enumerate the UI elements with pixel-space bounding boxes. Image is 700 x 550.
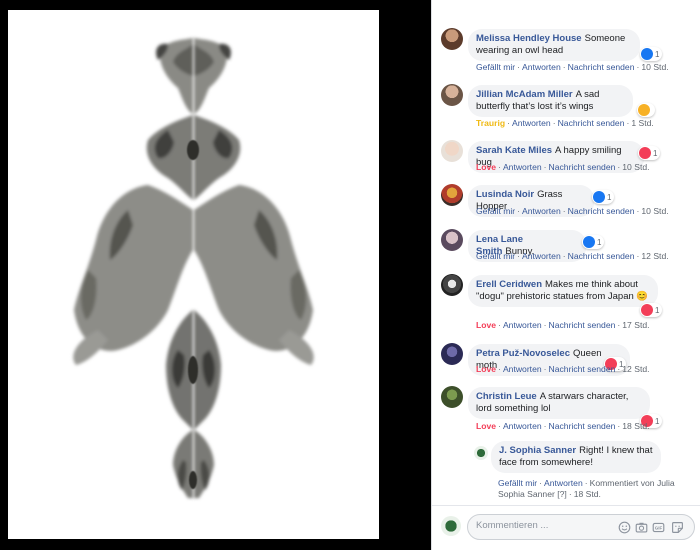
comment-actions: Love · Antworten · Nachricht senden · 18 Std. [476,421,650,431]
reply-link[interactable]: Antworten [503,320,542,330]
reply-link[interactable]: Antworten [522,62,561,72]
comment-author[interactable]: Melissa Hendley House [476,33,582,44]
comment-author[interactable]: Sarah Kate Miles [476,145,552,156]
love-reaction-link[interactable]: Love [476,421,496,431]
avatar[interactable] [474,446,488,460]
comments-list[interactable]: Melissa Hendley House Someone wearing an … [432,0,700,505]
comment-time[interactable]: 10 Std. [622,162,649,172]
reply-link[interactable]: Antworten [544,478,583,488]
inkblot-image [8,10,379,539]
comment-bubble: J. Sophia Sanner Right! I knew that face … [491,441,661,473]
camera-icon[interactable] [635,521,648,534]
sad-reaction-link[interactable]: Traurig [476,118,505,128]
avatar[interactable] [441,140,463,162]
avatar[interactable] [441,274,463,296]
heart-icon [639,147,651,159]
comment-input[interactable] [476,520,596,531]
love-reaction-link[interactable]: Love [476,320,496,330]
avatar[interactable] [441,28,463,50]
reply-link[interactable]: Antworten [522,251,561,261]
avatar[interactable] [441,184,463,206]
reaction-badge[interactable]: 1 [638,146,661,160]
comment-actions: Love · Antworten · Nachricht senden · 10 Std. [476,162,650,172]
sad-face-icon [638,104,650,116]
comment-time[interactable]: 12 Std. [641,251,668,261]
comment-time[interactable]: 17 Std. [622,320,649,330]
reaction-badge[interactable]: 1 [640,303,663,317]
comment-author[interactable]: J. Sophia Sanner [499,445,576,456]
comment-bubble: Christin Leue A starwars character, lord … [468,387,650,419]
like-link[interactable]: Gefällt mir [476,206,515,216]
avatar[interactable] [441,343,463,365]
comment-actions: Love · Antworten · Nachricht senden · 12 Std. [476,364,650,374]
comment-composer: GIF [432,505,700,550]
avatar[interactable] [441,84,463,106]
comment-time[interactable]: 1 Std. [631,118,653,128]
message-link[interactable]: Nachricht senden [568,62,635,72]
message-link[interactable]: Nachricht senden [549,421,616,431]
sticker-icon[interactable] [671,521,684,534]
comment-time[interactable]: 18 Std. [574,489,601,499]
like-icon [593,191,605,203]
comment-bubble: Melissa Hendley House Someone wearing an … [468,29,640,61]
reply-link[interactable]: Antworten [522,206,561,216]
message-link[interactable]: Nachricht senden [568,251,635,261]
reply-link[interactable]: Antworten [503,364,542,374]
like-link[interactable]: Gefällt mir [476,251,515,261]
comment-time[interactable]: 12 Std. [622,364,649,374]
photo-viewer [0,0,430,550]
love-reaction-link[interactable]: Love [476,364,496,374]
reaction-badge[interactable] [637,103,655,117]
comment-actions: Love · Antworten · Nachricht senden · 17 Std. [476,320,650,330]
comment-actions: Gefällt mir · Antworten · Nachricht senden · 1… [476,206,669,216]
comment-author[interactable]: Erell Ceridwen [476,279,542,290]
message-link[interactable]: Nachricht senden [549,320,616,330]
avatar[interactable] [441,229,463,251]
comment-time[interactable]: 18 Std. [622,421,649,431]
comment-author[interactable]: Jillian McAdam Miller [476,89,573,100]
comment-actions: Traurig · Antworten · Nachricht senden · 1 Std… [476,118,654,128]
avatar[interactable] [441,386,463,408]
comment-author[interactable]: Lusinda Noir [476,189,534,200]
message-link[interactable]: Nachricht senden [568,206,635,216]
comment-actions: Gefällt mir · Antworten · Nachricht senden · 1… [476,62,669,72]
svg-text:GIF: GIF [655,526,663,531]
reply-link[interactable]: Antworten [503,421,542,431]
comment-box[interactable]: GIF [467,514,695,540]
reply-link[interactable]: Antworten [512,118,551,128]
inkblot-photo[interactable] [8,10,379,539]
edited-mark[interactable]: [?] [557,489,567,499]
message-link[interactable]: Nachricht senden [558,118,625,128]
comment-actions: Gefällt mir · Antworten · Nachricht senden · 1… [476,251,669,261]
comment-actions: Gefällt mir · Antworten · Kommentiert von Ju… [498,478,675,499]
comments-panel: Melissa Hendley House Someone wearing an … [431,0,700,550]
like-link[interactable]: Gefällt mir [476,62,515,72]
emoji-icon[interactable] [618,521,631,534]
comment-bubble: Jillian McAdam Miller A sad butterfly tha… [468,85,633,117]
comment-time[interactable]: 10 Std. [641,62,668,72]
heart-icon [641,304,653,316]
avatar [441,516,461,536]
comment-author[interactable]: Petra Puž-Novoselec [476,348,570,359]
love-reaction-link[interactable]: Love [476,162,496,172]
comment-bubble: Erell Ceridwen Makes me think about "dogu… [468,275,658,307]
reply-link[interactable]: Antworten [503,162,542,172]
like-link[interactable]: Gefällt mir [498,478,537,488]
reaction-badge[interactable]: 1 [592,190,615,204]
like-icon [641,48,653,60]
reaction-badge[interactable]: 1 [640,47,663,61]
comment-author[interactable]: Christin Leue [476,391,537,402]
reaction-badge[interactable]: 1 [582,235,605,249]
message-link[interactable]: Nachricht senden [549,162,616,172]
gif-icon[interactable]: GIF [652,521,665,534]
like-icon [583,236,595,248]
comment-time[interactable]: 10 Std. [641,206,668,216]
message-link[interactable]: Nachricht senden [549,364,616,374]
